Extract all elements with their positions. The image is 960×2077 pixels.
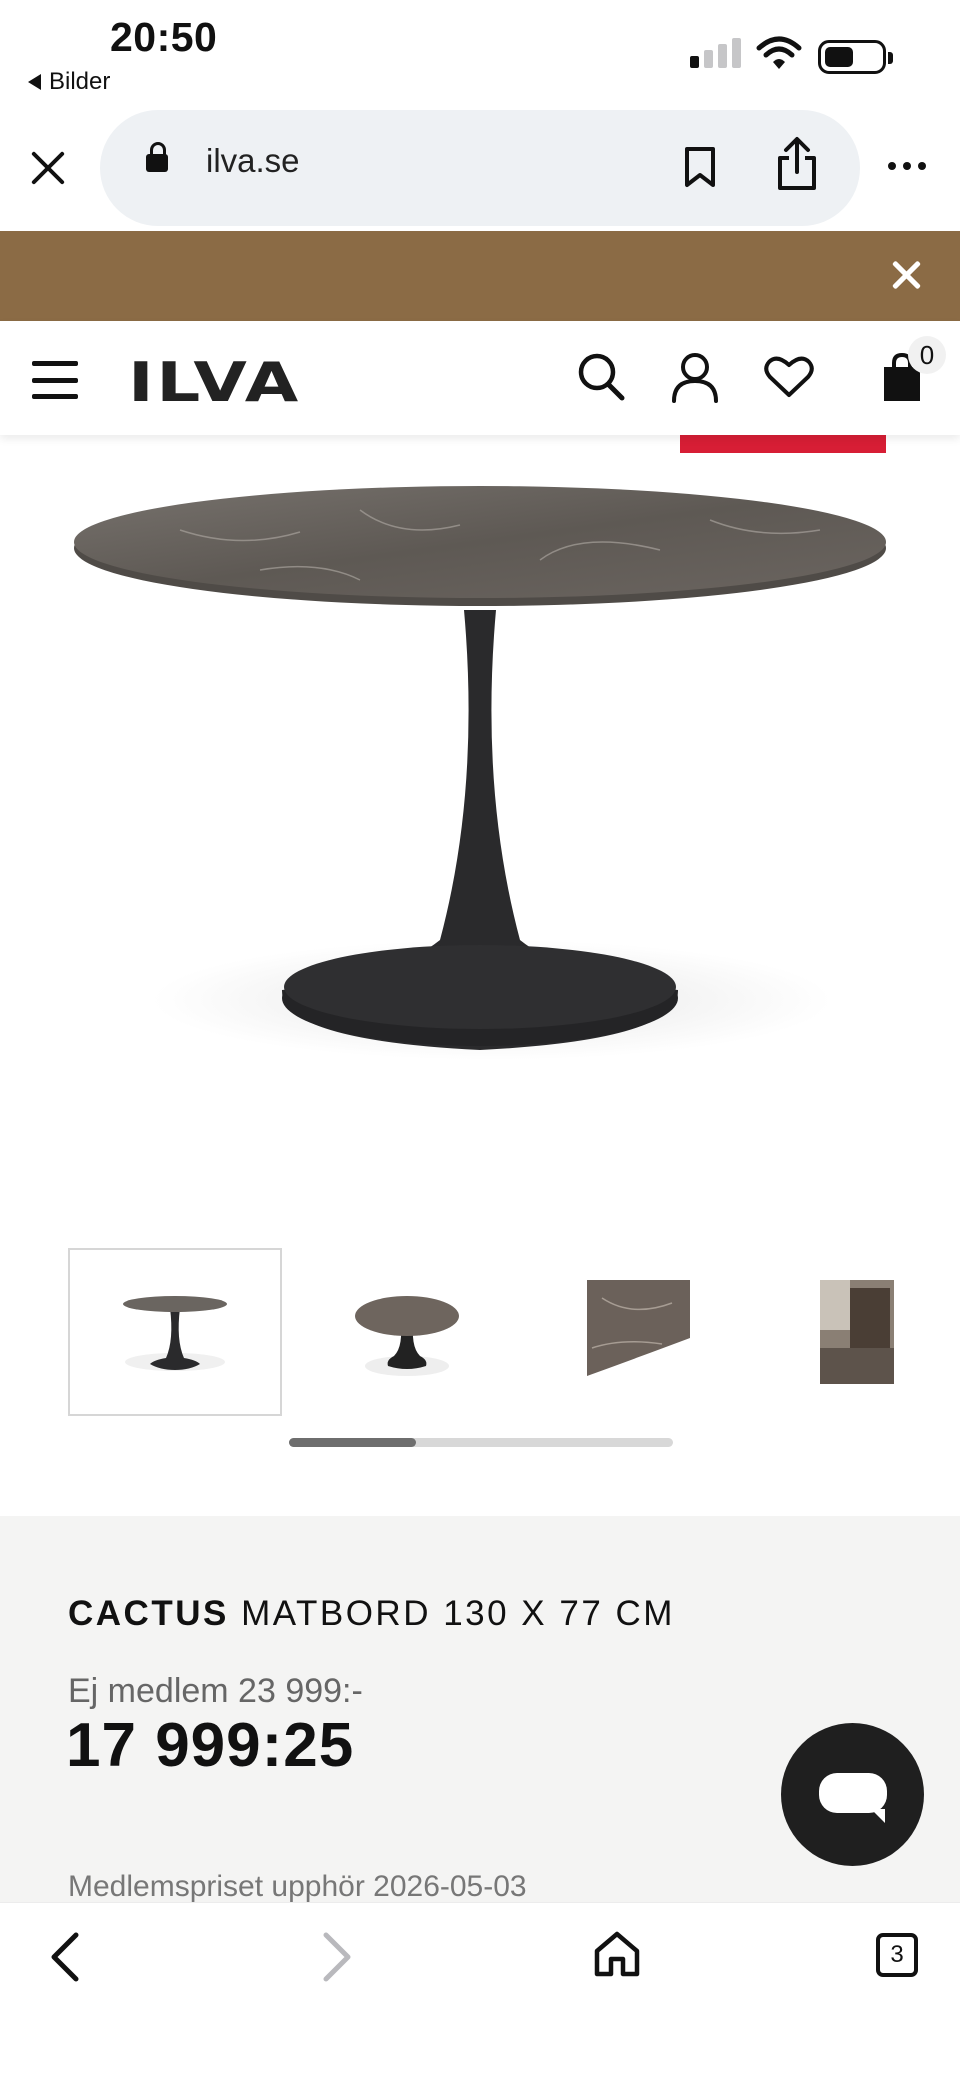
account-icon[interactable] [670,351,720,405]
non-member-price: Ej medlem 23 999:- [68,1672,363,1710]
back-icon[interactable] [46,1931,82,1983]
url-text[interactable]: ilva.se [206,142,300,180]
browser-url-row: ilva.se [0,104,960,230]
wifi-icon [756,36,802,69]
thumbnail-2[interactable] [300,1248,514,1416]
site-header: ILVA [0,321,960,435]
cellular-signal-icon [690,38,741,68]
ilva-logo[interactable]: ILVA [128,351,301,414]
lock-icon [146,142,168,172]
forward-icon[interactable] [320,1931,356,1983]
status-bar: 20:50 Bilder [0,0,960,104]
chat-icon [819,1773,887,1823]
thumbnail-1[interactable] [68,1248,282,1416]
close-banner-icon[interactable] [890,259,922,291]
sale-tag [680,435,886,453]
share-icon[interactable] [774,136,820,192]
back-app-label: Bilder [49,68,111,95]
member-price: 17 999:25 [66,1711,355,1780]
thumbnail-3[interactable] [532,1248,746,1416]
product-brand: CACTUS [68,1594,229,1633]
close-icon[interactable] [28,148,68,188]
chat-button[interactable] [781,1723,924,1866]
thumbnail-scrollbar-thumb[interactable] [289,1438,416,1447]
menu-icon[interactable] [32,361,78,399]
home-icon[interactable] [592,1929,642,1979]
tabs-button[interactable]: 3 [876,1933,918,1977]
product-image[interactable] [60,470,900,1090]
search-icon[interactable] [576,351,626,403]
battery-icon [818,40,893,74]
cart-count-badge: 0 [908,336,946,374]
back-triangle-icon [28,74,41,90]
bookmark-icon[interactable] [682,146,718,188]
more-options-icon[interactable] [888,162,926,170]
status-time: 20:50 [110,14,218,60]
browser-toolbar: 3 [0,1902,960,2077]
heart-icon[interactable] [764,355,814,399]
thumbnail-4[interactable] [764,1248,960,1416]
product-title: CACTUS MATBORD 130 X 77 CM [68,1594,675,1634]
thumbnail-strip [0,1248,960,1416]
member-price-note: Medlemspriset upphör 2026-05-03 [68,1870,527,1903]
product-name: MATBORD 130 X 77 CM [241,1594,675,1633]
promo-banner [0,231,960,321]
back-to-app-link[interactable]: Bilder [28,68,110,96]
